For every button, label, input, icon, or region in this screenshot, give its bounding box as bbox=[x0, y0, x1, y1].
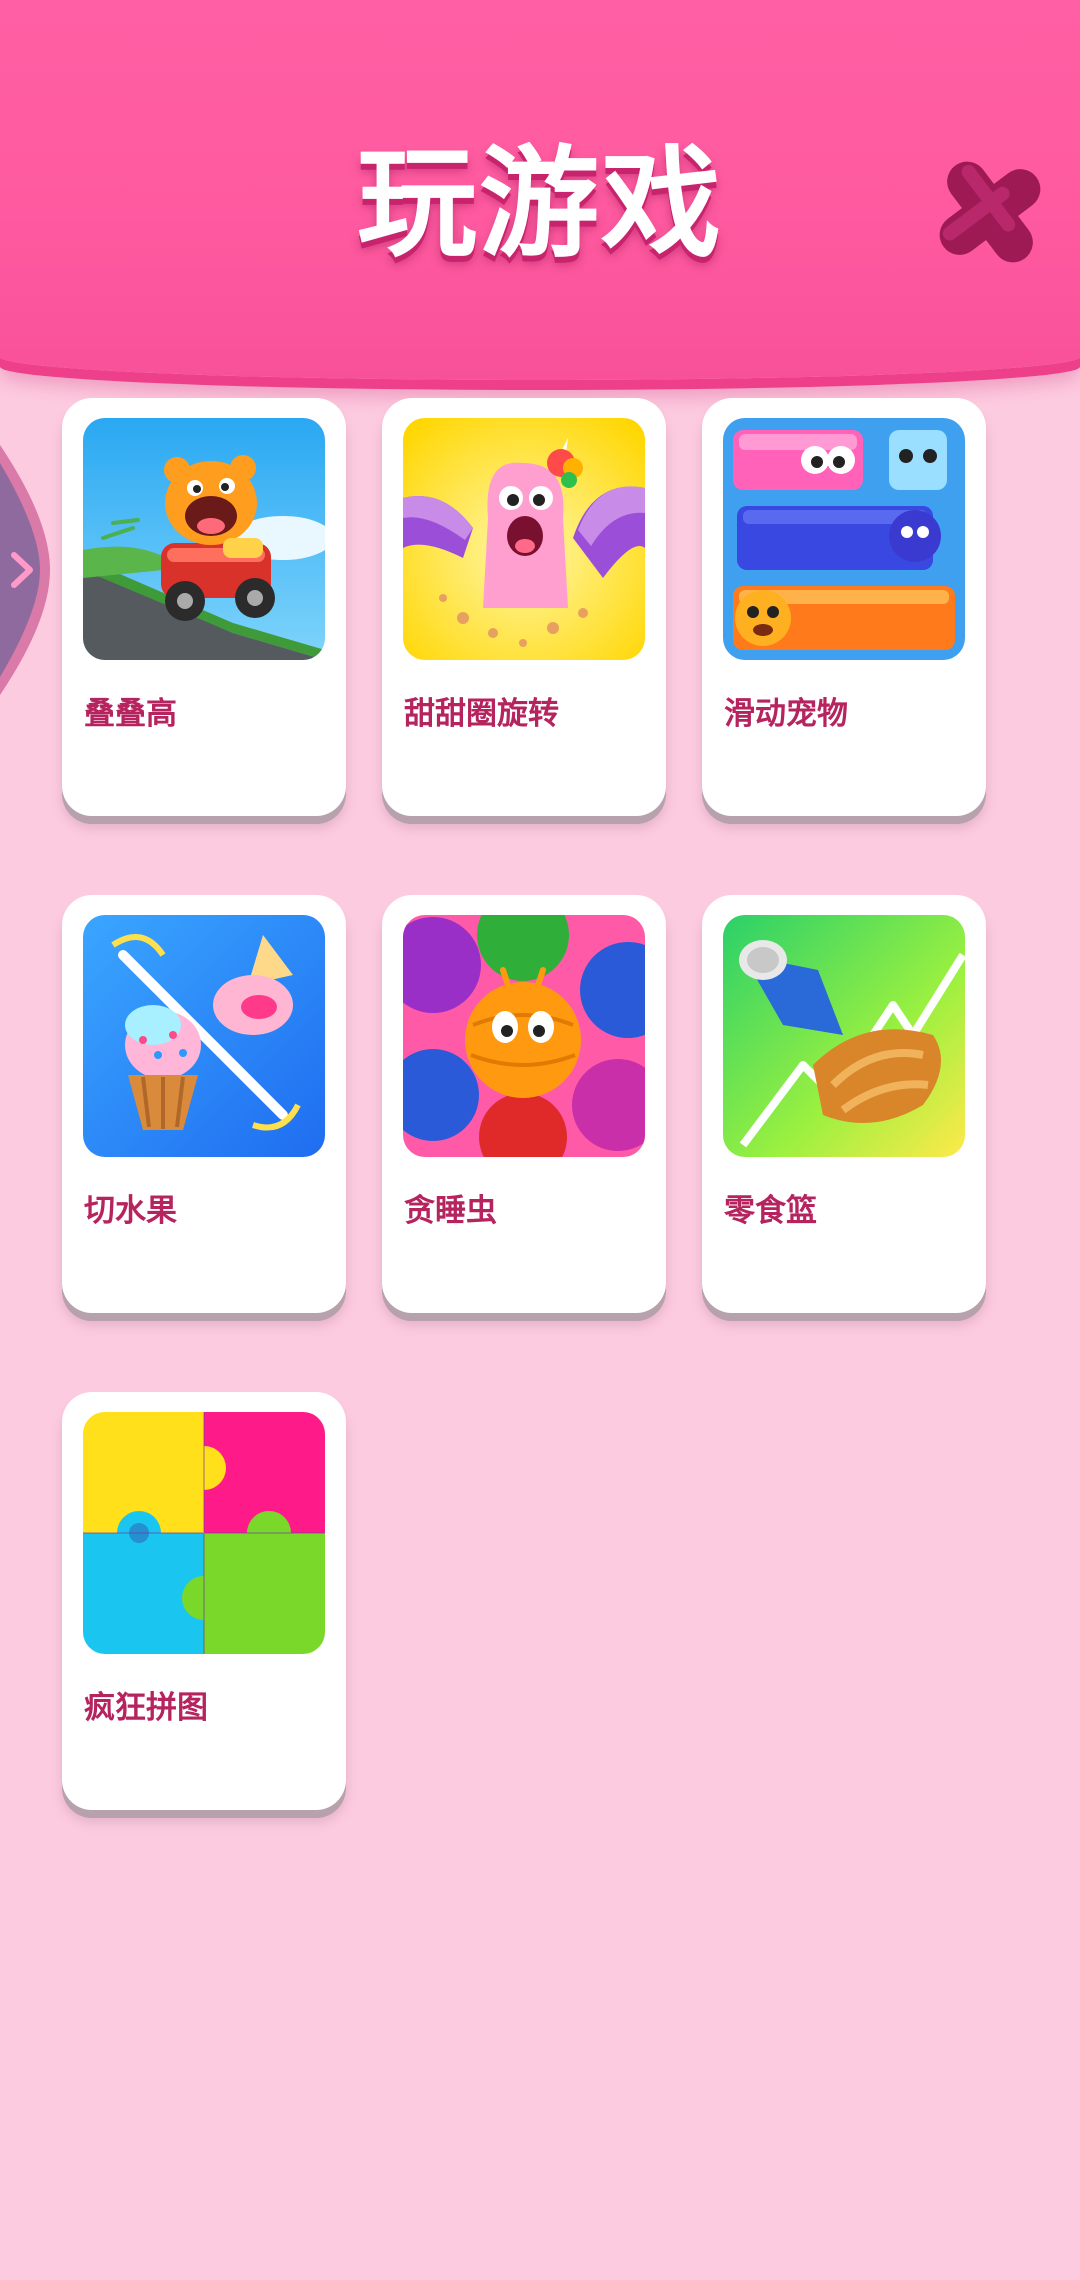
page-title: 玩游戏 bbox=[357, 135, 723, 274]
monster-kart-game-icon bbox=[83, 418, 325, 660]
close-x-icon bbox=[939, 161, 1041, 263]
game-card-sliding-pets[interactable]: 滑动宠物 bbox=[702, 398, 986, 816]
sliding-pets-game-icon bbox=[723, 418, 965, 660]
game-card-snack-basket[interactable]: 零食篮 bbox=[702, 895, 986, 1313]
slice-ice-cream-game-icon bbox=[83, 915, 325, 1157]
unicorn-donut-game-icon bbox=[403, 418, 645, 660]
game-card-label: 滑动宠物 bbox=[724, 696, 848, 732]
game-card-crazy-puzzle[interactable]: 疯狂拼图 bbox=[62, 1392, 346, 1810]
game-card-label: 零食篮 bbox=[724, 1193, 817, 1229]
game-card-stack-high[interactable]: 叠叠高 bbox=[62, 398, 346, 816]
game-card-donut-spin[interactable]: 甜甜圈旋转 bbox=[382, 398, 666, 816]
game-card-sleepy-bug[interactable]: 贪睡虫 bbox=[382, 895, 666, 1313]
close-button[interactable] bbox=[920, 140, 1060, 280]
game-card-label: 切水果 bbox=[84, 1193, 177, 1229]
game-card-label: 贪睡虫 bbox=[404, 1193, 497, 1229]
game-card-slice-fruit[interactable]: 切水果 bbox=[62, 895, 346, 1313]
game-card-label: 甜甜圈旋转 bbox=[404, 696, 559, 732]
snack-basket-game-icon bbox=[723, 915, 965, 1157]
game-card-label: 叠叠高 bbox=[84, 696, 177, 732]
game-card-label: 疯狂拼图 bbox=[84, 1690, 208, 1726]
header-bar: 玩游戏 bbox=[0, 0, 1080, 380]
side-drawer-tab[interactable] bbox=[0, 445, 50, 695]
jigsaw-puzzle-game-icon bbox=[83, 1412, 325, 1654]
sleepy-yarn-bugs-game-icon bbox=[403, 915, 645, 1157]
